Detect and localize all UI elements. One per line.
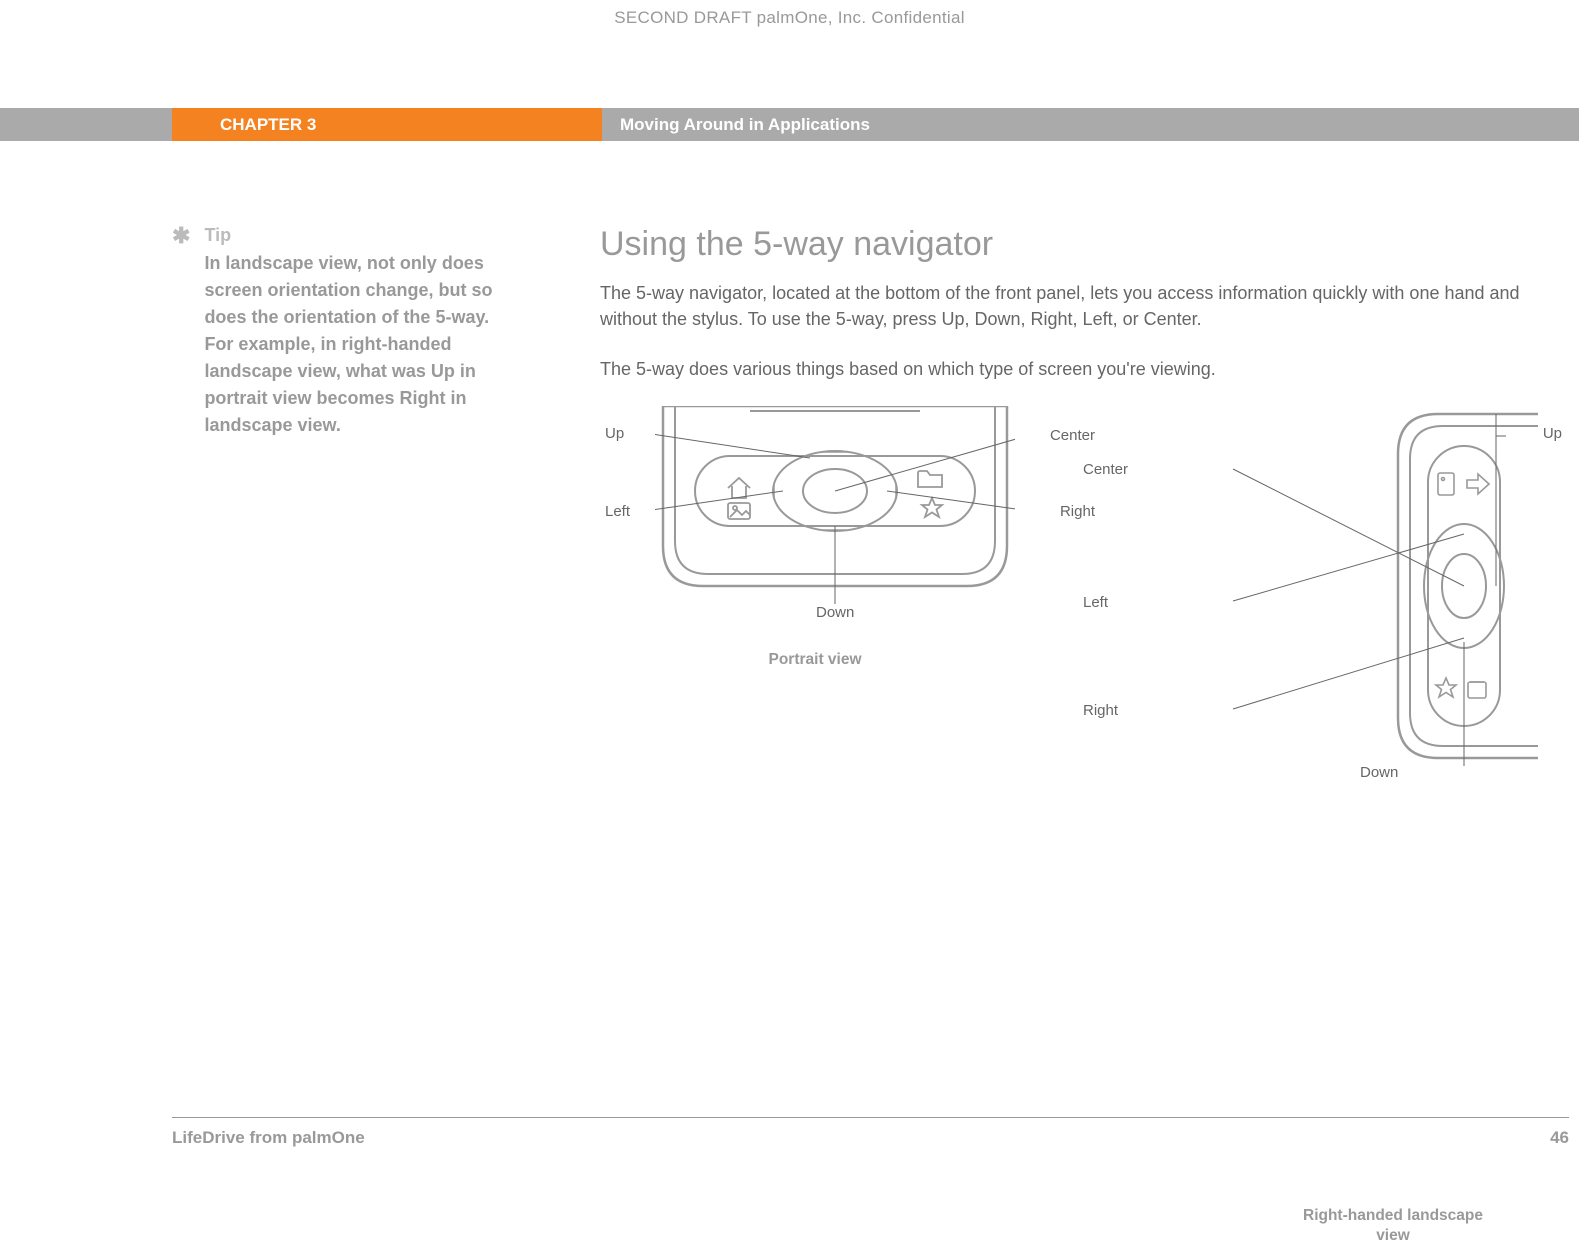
landscape-label-right: Right xyxy=(1083,702,1118,719)
chapter-bar-pad xyxy=(0,108,172,141)
portrait-label-right: Right xyxy=(1060,503,1095,520)
page-footer: LifeDrive from palmOne 46 xyxy=(172,1117,1569,1148)
section-title: Using the 5-way navigator xyxy=(600,225,1579,264)
landscape-device-illustration: Up Center Left Right Down xyxy=(1138,406,1498,816)
main-column: Using the 5-way navigator The 5-way navi… xyxy=(600,225,1579,1247)
confidential-watermark: SECOND DRAFT palmOne, Inc. Confidential xyxy=(0,8,1579,28)
portrait-device-illustration: Up Left Center Right Down xyxy=(655,406,1015,606)
landscape-label-center: Center xyxy=(1083,461,1128,478)
portrait-label-center: Center xyxy=(1050,427,1095,444)
footer-page-number: 46 xyxy=(1550,1128,1569,1148)
tip-label: Tip xyxy=(204,225,520,246)
portrait-label-up: Up xyxy=(605,425,624,442)
landscape-caption: Right-handed landscape view xyxy=(1288,1206,1498,1246)
intro-paragraph-2: The 5-way does various things based on w… xyxy=(600,356,1570,382)
landscape-label-left: Left xyxy=(1083,594,1108,611)
portrait-label-down: Down xyxy=(816,604,854,621)
chapter-header-bar: CHAPTER 3 Moving Around in Applications xyxy=(0,108,1579,141)
portrait-caption: Portrait view xyxy=(600,651,1030,669)
chapter-title: Moving Around in Applications xyxy=(602,108,1579,141)
intro-paragraph-1: The 5-way navigator, located at the bott… xyxy=(600,280,1570,332)
tip-block: Tip In landscape view, not only does scr… xyxy=(204,225,520,1247)
chapter-label: CHAPTER 3 xyxy=(172,108,602,141)
footer-product-name: LifeDrive from palmOne xyxy=(172,1128,365,1148)
landscape-label-up: Up xyxy=(1543,425,1562,442)
portrait-label-left: Left xyxy=(605,503,630,520)
landscape-label-down: Down xyxy=(1360,764,1398,781)
asterisk-icon: ✱ xyxy=(172,225,190,1247)
tip-sidebar: ✱ Tip In landscape view, not only does s… xyxy=(172,225,600,1247)
tip-text: In landscape view, not only does screen … xyxy=(204,250,520,439)
page-content: ✱ Tip In landscape view, not only does s… xyxy=(172,225,1579,1247)
